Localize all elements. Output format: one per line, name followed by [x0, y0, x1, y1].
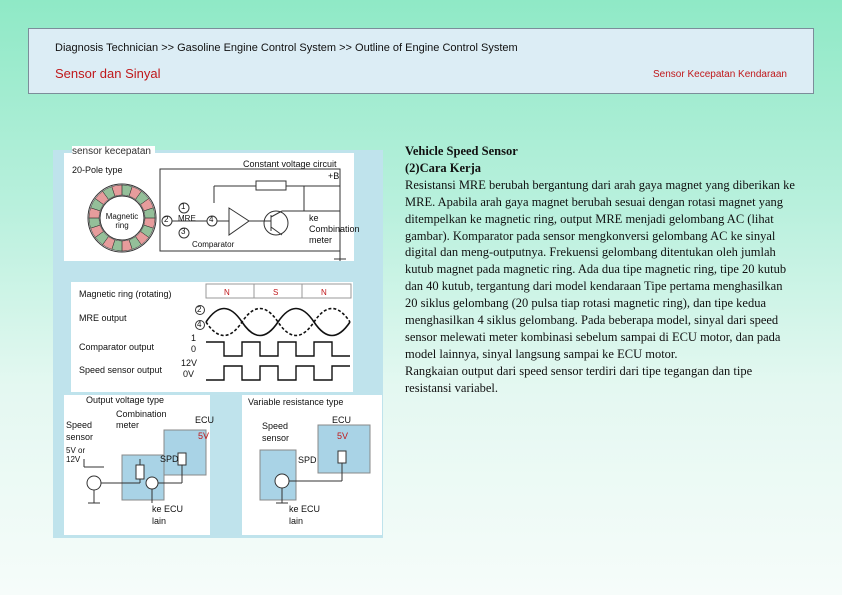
wave-zero: 0: [191, 344, 197, 354]
speed-sensor-output-label: Speed sensor output: [79, 365, 163, 375]
plus-b-label: +B: [328, 171, 340, 181]
header-bar: Diagnosis Technician >> Gasoline Engine …: [28, 28, 814, 94]
vr-5v-label: 5V: [337, 431, 349, 441]
ov-combination-meter-label: Combination meter: [116, 409, 167, 430]
wave-one: 1: [191, 333, 197, 343]
magnetic-ring-rotating-label: Magnetic ring (rotating): [79, 289, 172, 299]
wave-pin2: 2: [197, 305, 202, 314]
wave-s: S: [273, 288, 279, 297]
pole-type-label: 20-Pole type: [72, 165, 123, 175]
wave-pin4: 4: [197, 320, 202, 329]
ov-spd-label: SPD: [160, 454, 179, 464]
ov-to-ecu-label: ke ECU lain: [152, 504, 184, 526]
vr-to-ecu-label: ke ECU lain: [289, 504, 321, 526]
output-voltage-type-label: Output voltage type: [86, 395, 165, 405]
ov-ecu-label: ECU: [195, 415, 215, 425]
variable-resistance-type-label: Variable resistance type: [248, 397, 344, 407]
comparator-output-label: Comparator output: [79, 342, 155, 352]
ov-5v-label: 5V: [198, 431, 210, 441]
pin3-label: 3: [181, 227, 186, 236]
constant-voltage-label: Constant voltage circuit: [243, 159, 337, 169]
figure-caption: sensor kecepatan: [72, 146, 155, 157]
output-voltage-panel: Output voltage type Speed sensor Combina…: [64, 395, 214, 535]
circuit-panel: 20-Pole type Constant voltage circuit +B…: [64, 153, 360, 261]
wave-n2: N: [321, 288, 327, 297]
pin1-label: 1: [181, 202, 186, 211]
wave-12v: 12V: [181, 358, 198, 368]
magnetic-ring-label: Magnetic ring: [105, 212, 139, 230]
vr-spd-label: SPD: [298, 455, 317, 465]
description-title: Vehicle Speed Sensor: [405, 144, 518, 158]
comparator-label: Comparator: [192, 240, 235, 249]
description-body: Resistansi MRE berubah bergantung dari a…: [405, 177, 795, 361]
wave-0v: 0V: [183, 369, 195, 379]
topic-label: Sensor Kecepatan Kendaraan: [653, 69, 787, 80]
description-subtitle: (2)Cara Kerja: [405, 160, 482, 175]
to-meter-label: ke Combination meter: [309, 213, 360, 245]
ov-speed-sensor-label: Speed sensor: [66, 420, 94, 442]
description-text: Vehicle Speed Sensor (2)Cara Kerja Resis…: [405, 143, 795, 397]
pin4-label: 4: [209, 215, 214, 224]
mre-output-label: MRE output: [79, 313, 127, 323]
section-title: Sensor dan Sinyal: [55, 66, 161, 81]
breadcrumb: Diagnosis Technician >> Gasoline Engine …: [55, 42, 518, 54]
vr-ecu-label: ECU: [332, 415, 352, 425]
mre-label: MRE: [178, 214, 196, 223]
description-body-2: Rangkaian output dari speed sensor terdi…: [405, 363, 753, 395]
variable-resistance-panel: Variable resistance type Speed sensor EC…: [242, 395, 382, 535]
sensor-figure: 20-Pole type Constant voltage circuit +B…: [53, 146, 383, 538]
waveform-panel: N S N Magnetic ring (rotating) MRE outpu…: [71, 282, 353, 392]
vr-speed-sensor-label: Speed sensor: [262, 421, 290, 443]
wave-n1: N: [224, 288, 230, 297]
ov-supply-label: 5V or 12V: [66, 446, 86, 464]
pin2-label: 2: [164, 215, 169, 224]
